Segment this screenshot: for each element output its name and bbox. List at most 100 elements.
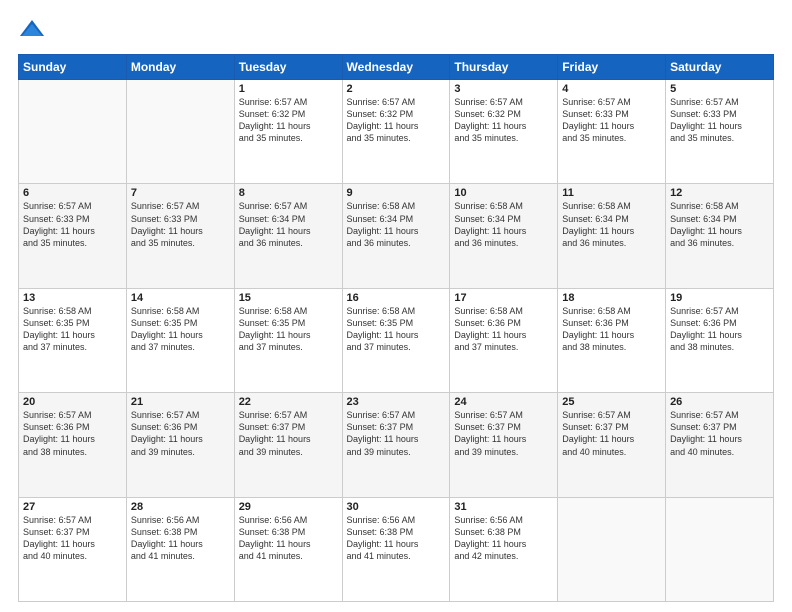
calendar-cell: 10Sunrise: 6:58 AM Sunset: 6:34 PM Dayli… [450, 184, 558, 288]
logo-icon [18, 16, 46, 44]
weekday-header: Saturday [666, 55, 774, 80]
calendar-week-row: 20Sunrise: 6:57 AM Sunset: 6:36 PM Dayli… [19, 393, 774, 497]
day-info: Sunrise: 6:57 AM Sunset: 6:37 PM Dayligh… [670, 409, 769, 458]
day-info: Sunrise: 6:57 AM Sunset: 6:32 PM Dayligh… [347, 96, 446, 145]
logo [18, 16, 50, 44]
calendar-cell: 8Sunrise: 6:57 AM Sunset: 6:34 PM Daylig… [234, 184, 342, 288]
day-number: 20 [23, 396, 122, 408]
calendar-cell [126, 80, 234, 184]
day-number: 21 [131, 396, 230, 408]
calendar-week-row: 13Sunrise: 6:58 AM Sunset: 6:35 PM Dayli… [19, 288, 774, 392]
day-number: 9 [347, 187, 446, 199]
day-info: Sunrise: 6:57 AM Sunset: 6:37 PM Dayligh… [562, 409, 661, 458]
calendar-cell: 21Sunrise: 6:57 AM Sunset: 6:36 PM Dayli… [126, 393, 234, 497]
calendar-cell: 16Sunrise: 6:58 AM Sunset: 6:35 PM Dayli… [342, 288, 450, 392]
day-info: Sunrise: 6:57 AM Sunset: 6:32 PM Dayligh… [454, 96, 553, 145]
calendar-cell: 11Sunrise: 6:58 AM Sunset: 6:34 PM Dayli… [558, 184, 666, 288]
calendar-cell: 27Sunrise: 6:57 AM Sunset: 6:37 PM Dayli… [19, 497, 127, 601]
day-number: 19 [670, 292, 769, 304]
day-info: Sunrise: 6:57 AM Sunset: 6:33 PM Dayligh… [670, 96, 769, 145]
calendar-cell: 17Sunrise: 6:58 AM Sunset: 6:36 PM Dayli… [450, 288, 558, 392]
day-info: Sunrise: 6:58 AM Sunset: 6:35 PM Dayligh… [347, 305, 446, 354]
day-number: 16 [347, 292, 446, 304]
weekday-header: Tuesday [234, 55, 342, 80]
weekday-header: Friday [558, 55, 666, 80]
calendar-cell: 24Sunrise: 6:57 AM Sunset: 6:37 PM Dayli… [450, 393, 558, 497]
day-info: Sunrise: 6:58 AM Sunset: 6:34 PM Dayligh… [562, 200, 661, 249]
weekday-header: Monday [126, 55, 234, 80]
day-number: 30 [347, 501, 446, 513]
day-info: Sunrise: 6:57 AM Sunset: 6:33 PM Dayligh… [131, 200, 230, 249]
day-number: 4 [562, 83, 661, 95]
day-number: 7 [131, 187, 230, 199]
day-info: Sunrise: 6:58 AM Sunset: 6:34 PM Dayligh… [347, 200, 446, 249]
day-info: Sunrise: 6:57 AM Sunset: 6:33 PM Dayligh… [562, 96, 661, 145]
day-number: 27 [23, 501, 122, 513]
day-info: Sunrise: 6:58 AM Sunset: 6:35 PM Dayligh… [239, 305, 338, 354]
page: SundayMondayTuesdayWednesdayThursdayFrid… [0, 0, 792, 612]
day-number: 25 [562, 396, 661, 408]
calendar-cell: 6Sunrise: 6:57 AM Sunset: 6:33 PM Daylig… [19, 184, 127, 288]
calendar-cell: 18Sunrise: 6:58 AM Sunset: 6:36 PM Dayli… [558, 288, 666, 392]
day-number: 26 [670, 396, 769, 408]
day-number: 28 [131, 501, 230, 513]
calendar-cell: 13Sunrise: 6:58 AM Sunset: 6:35 PM Dayli… [19, 288, 127, 392]
calendar-cell: 9Sunrise: 6:58 AM Sunset: 6:34 PM Daylig… [342, 184, 450, 288]
day-info: Sunrise: 6:57 AM Sunset: 6:36 PM Dayligh… [670, 305, 769, 354]
calendar-cell [19, 80, 127, 184]
day-info: Sunrise: 6:56 AM Sunset: 6:38 PM Dayligh… [347, 514, 446, 563]
weekday-header: Wednesday [342, 55, 450, 80]
day-info: Sunrise: 6:58 AM Sunset: 6:34 PM Dayligh… [670, 200, 769, 249]
calendar-cell: 2Sunrise: 6:57 AM Sunset: 6:32 PM Daylig… [342, 80, 450, 184]
calendar-cell: 23Sunrise: 6:57 AM Sunset: 6:37 PM Dayli… [342, 393, 450, 497]
calendar-cell: 12Sunrise: 6:58 AM Sunset: 6:34 PM Dayli… [666, 184, 774, 288]
day-info: Sunrise: 6:57 AM Sunset: 6:36 PM Dayligh… [23, 409, 122, 458]
day-info: Sunrise: 6:57 AM Sunset: 6:37 PM Dayligh… [454, 409, 553, 458]
calendar-cell: 3Sunrise: 6:57 AM Sunset: 6:32 PM Daylig… [450, 80, 558, 184]
day-info: Sunrise: 6:58 AM Sunset: 6:35 PM Dayligh… [131, 305, 230, 354]
day-number: 6 [23, 187, 122, 199]
day-info: Sunrise: 6:57 AM Sunset: 6:37 PM Dayligh… [239, 409, 338, 458]
day-info: Sunrise: 6:58 AM Sunset: 6:36 PM Dayligh… [562, 305, 661, 354]
calendar-cell: 15Sunrise: 6:58 AM Sunset: 6:35 PM Dayli… [234, 288, 342, 392]
day-info: Sunrise: 6:58 AM Sunset: 6:35 PM Dayligh… [23, 305, 122, 354]
day-number: 22 [239, 396, 338, 408]
day-number: 24 [454, 396, 553, 408]
calendar-cell: 7Sunrise: 6:57 AM Sunset: 6:33 PM Daylig… [126, 184, 234, 288]
calendar-cell [666, 497, 774, 601]
day-info: Sunrise: 6:58 AM Sunset: 6:34 PM Dayligh… [454, 200, 553, 249]
calendar-cell: 20Sunrise: 6:57 AM Sunset: 6:36 PM Dayli… [19, 393, 127, 497]
day-info: Sunrise: 6:57 AM Sunset: 6:34 PM Dayligh… [239, 200, 338, 249]
calendar-cell: 19Sunrise: 6:57 AM Sunset: 6:36 PM Dayli… [666, 288, 774, 392]
calendar-week-row: 27Sunrise: 6:57 AM Sunset: 6:37 PM Dayli… [19, 497, 774, 601]
calendar-cell: 28Sunrise: 6:56 AM Sunset: 6:38 PM Dayli… [126, 497, 234, 601]
calendar-cell: 22Sunrise: 6:57 AM Sunset: 6:37 PM Dayli… [234, 393, 342, 497]
day-info: Sunrise: 6:57 AM Sunset: 6:37 PM Dayligh… [347, 409, 446, 458]
weekday-header: Thursday [450, 55, 558, 80]
day-number: 2 [347, 83, 446, 95]
weekday-header-row: SundayMondayTuesdayWednesdayThursdayFrid… [19, 55, 774, 80]
calendar-cell: 31Sunrise: 6:56 AM Sunset: 6:38 PM Dayli… [450, 497, 558, 601]
weekday-header: Sunday [19, 55, 127, 80]
day-number: 8 [239, 187, 338, 199]
day-number: 29 [239, 501, 338, 513]
day-number: 14 [131, 292, 230, 304]
day-number: 11 [562, 187, 661, 199]
day-number: 3 [454, 83, 553, 95]
calendar-cell: 4Sunrise: 6:57 AM Sunset: 6:33 PM Daylig… [558, 80, 666, 184]
day-number: 31 [454, 501, 553, 513]
day-number: 10 [454, 187, 553, 199]
calendar-cell: 30Sunrise: 6:56 AM Sunset: 6:38 PM Dayli… [342, 497, 450, 601]
header [18, 16, 774, 44]
calendar-cell: 29Sunrise: 6:56 AM Sunset: 6:38 PM Dayli… [234, 497, 342, 601]
calendar-cell: 1Sunrise: 6:57 AM Sunset: 6:32 PM Daylig… [234, 80, 342, 184]
calendar-cell: 14Sunrise: 6:58 AM Sunset: 6:35 PM Dayli… [126, 288, 234, 392]
day-info: Sunrise: 6:57 AM Sunset: 6:32 PM Dayligh… [239, 96, 338, 145]
calendar-week-row: 6Sunrise: 6:57 AM Sunset: 6:33 PM Daylig… [19, 184, 774, 288]
day-info: Sunrise: 6:56 AM Sunset: 6:38 PM Dayligh… [239, 514, 338, 563]
day-number: 5 [670, 83, 769, 95]
day-info: Sunrise: 6:57 AM Sunset: 6:36 PM Dayligh… [131, 409, 230, 458]
calendar-cell [558, 497, 666, 601]
day-info: Sunrise: 6:57 AM Sunset: 6:33 PM Dayligh… [23, 200, 122, 249]
calendar-cell: 5Sunrise: 6:57 AM Sunset: 6:33 PM Daylig… [666, 80, 774, 184]
